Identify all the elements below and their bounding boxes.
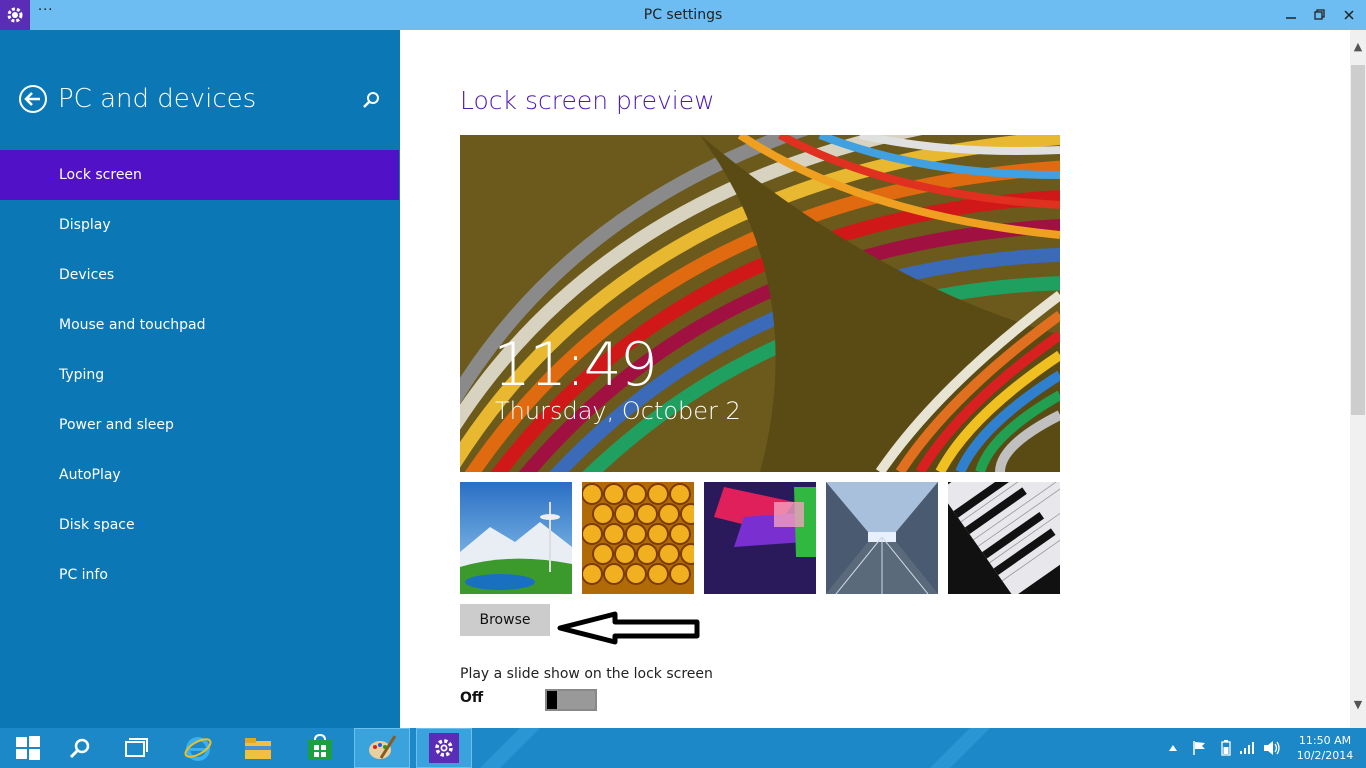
wallpaper-thumbnails	[460, 482, 1060, 594]
scroll-up-icon[interactable]: ▲	[1350, 40, 1366, 56]
slideshow-label: Play a slide show on the lock screen	[460, 666, 713, 682]
close-button[interactable]	[1336, 5, 1362, 25]
close-icon	[1344, 10, 1354, 20]
slideshow-state-label: Off	[460, 690, 484, 706]
chevron-up-icon	[1169, 745, 1177, 751]
battery-icon	[1221, 740, 1231, 756]
main-content: Lock screen preview 11:49 Thursday, Octo…	[400, 30, 1350, 728]
honeycomb-image	[582, 482, 694, 594]
clock-date: 10/2/2014	[1296, 749, 1354, 762]
scrollbar[interactable]: ▲ ▼	[1350, 30, 1366, 728]
show-hidden-icons-button[interactable]	[1166, 728, 1180, 768]
geometric-logo-image	[704, 482, 816, 594]
internet-explorer-button[interactable]	[170, 728, 226, 768]
clock-time: 11:50 AM	[1298, 734, 1352, 747]
sidebar-item-typing[interactable]: Typing	[0, 350, 400, 400]
sidebar-item-mouse-touchpad[interactable]: Mouse and touchpad	[0, 300, 400, 350]
browse-button[interactable]: Browse	[460, 604, 550, 636]
restore-icon	[1314, 9, 1325, 20]
start-icon	[16, 736, 40, 760]
search-icon	[69, 738, 90, 759]
task-view-icon	[125, 738, 148, 757]
thumbnail-geometric[interactable]	[704, 482, 816, 594]
file-explorer-icon	[245, 738, 271, 759]
taskbar: 11:50 AM 10/2/2014	[0, 728, 1366, 768]
scroll-thumb[interactable]	[1351, 65, 1365, 415]
flag-icon	[1193, 741, 1205, 755]
volume-button[interactable]	[1262, 728, 1282, 768]
train-tunnel-image	[826, 482, 938, 594]
thumbnail-honeycomb[interactable]	[582, 482, 694, 594]
taskbar-clock[interactable]: 11:50 AM 10/2/2014	[1290, 733, 1360, 763]
title-bar: ··· PC settings	[0, 0, 1366, 30]
search-button[interactable]	[52, 728, 108, 768]
store-button[interactable]	[292, 728, 348, 768]
sidebar-item-devices[interactable]: Devices	[0, 250, 400, 300]
sidebar-item-display[interactable]: Display	[0, 200, 400, 250]
space-needle-image	[460, 482, 572, 594]
minimize-icon	[1286, 17, 1296, 19]
piano-keys-image	[948, 482, 1060, 594]
settings-button[interactable]	[416, 728, 472, 768]
toggle-knob	[547, 691, 557, 709]
action-center-button[interactable]	[1190, 728, 1208, 768]
minimize-button[interactable]	[1278, 5, 1304, 25]
start-button[interactable]	[0, 728, 56, 768]
speaker-icon	[1264, 741, 1280, 755]
sidebar-item-power-sleep[interactable]: Power and sleep	[0, 400, 400, 450]
slideshow-toggle[interactable]	[545, 689, 597, 711]
back-arrow-icon[interactable]	[18, 84, 48, 114]
thumbnail-space-needle[interactable]	[460, 482, 572, 594]
restore-button[interactable]	[1307, 5, 1333, 25]
file-explorer-button[interactable]	[230, 728, 286, 768]
thumbnail-train-tunnel[interactable]	[826, 482, 938, 594]
annotation-arrow-icon	[557, 611, 700, 645]
sidebar-item-disk-space[interactable]: Disk space	[0, 500, 400, 550]
section-title: Lock screen preview	[460, 86, 715, 115]
sidebar-item-autoplay[interactable]: AutoPlay	[0, 450, 400, 500]
settings-icon	[429, 733, 459, 763]
signal-bars-icon	[1240, 742, 1254, 754]
task-view-button[interactable]	[108, 728, 164, 768]
sidebar-nav: Lock screen Display Devices Mouse and to…	[0, 150, 400, 600]
sidebar-title: PC and devices	[58, 84, 257, 114]
paint-icon	[369, 735, 397, 759]
preview-date: Thursday, October 2	[495, 397, 741, 425]
paint-button[interactable]	[354, 728, 410, 768]
sidebar: PC and devices Lock screen Display Devic…	[0, 30, 400, 728]
thumbnail-piano[interactable]	[948, 482, 1060, 594]
scroll-down-icon[interactable]: ▼	[1350, 698, 1366, 714]
sidebar-item-pc-info[interactable]: PC info	[0, 550, 400, 600]
sidebar-item-lock-screen[interactable]: Lock screen	[0, 150, 399, 200]
battery-button[interactable]	[1218, 728, 1234, 768]
window-title: PC settings	[643, 7, 723, 23]
lock-screen-preview: 11:49 Thursday, October 2	[460, 135, 1060, 472]
store-icon	[308, 734, 332, 760]
network-button[interactable]	[1238, 728, 1256, 768]
preview-time: 11:49	[493, 330, 658, 400]
search-icon[interactable]	[361, 90, 381, 110]
internet-explorer-icon	[184, 737, 212, 761]
